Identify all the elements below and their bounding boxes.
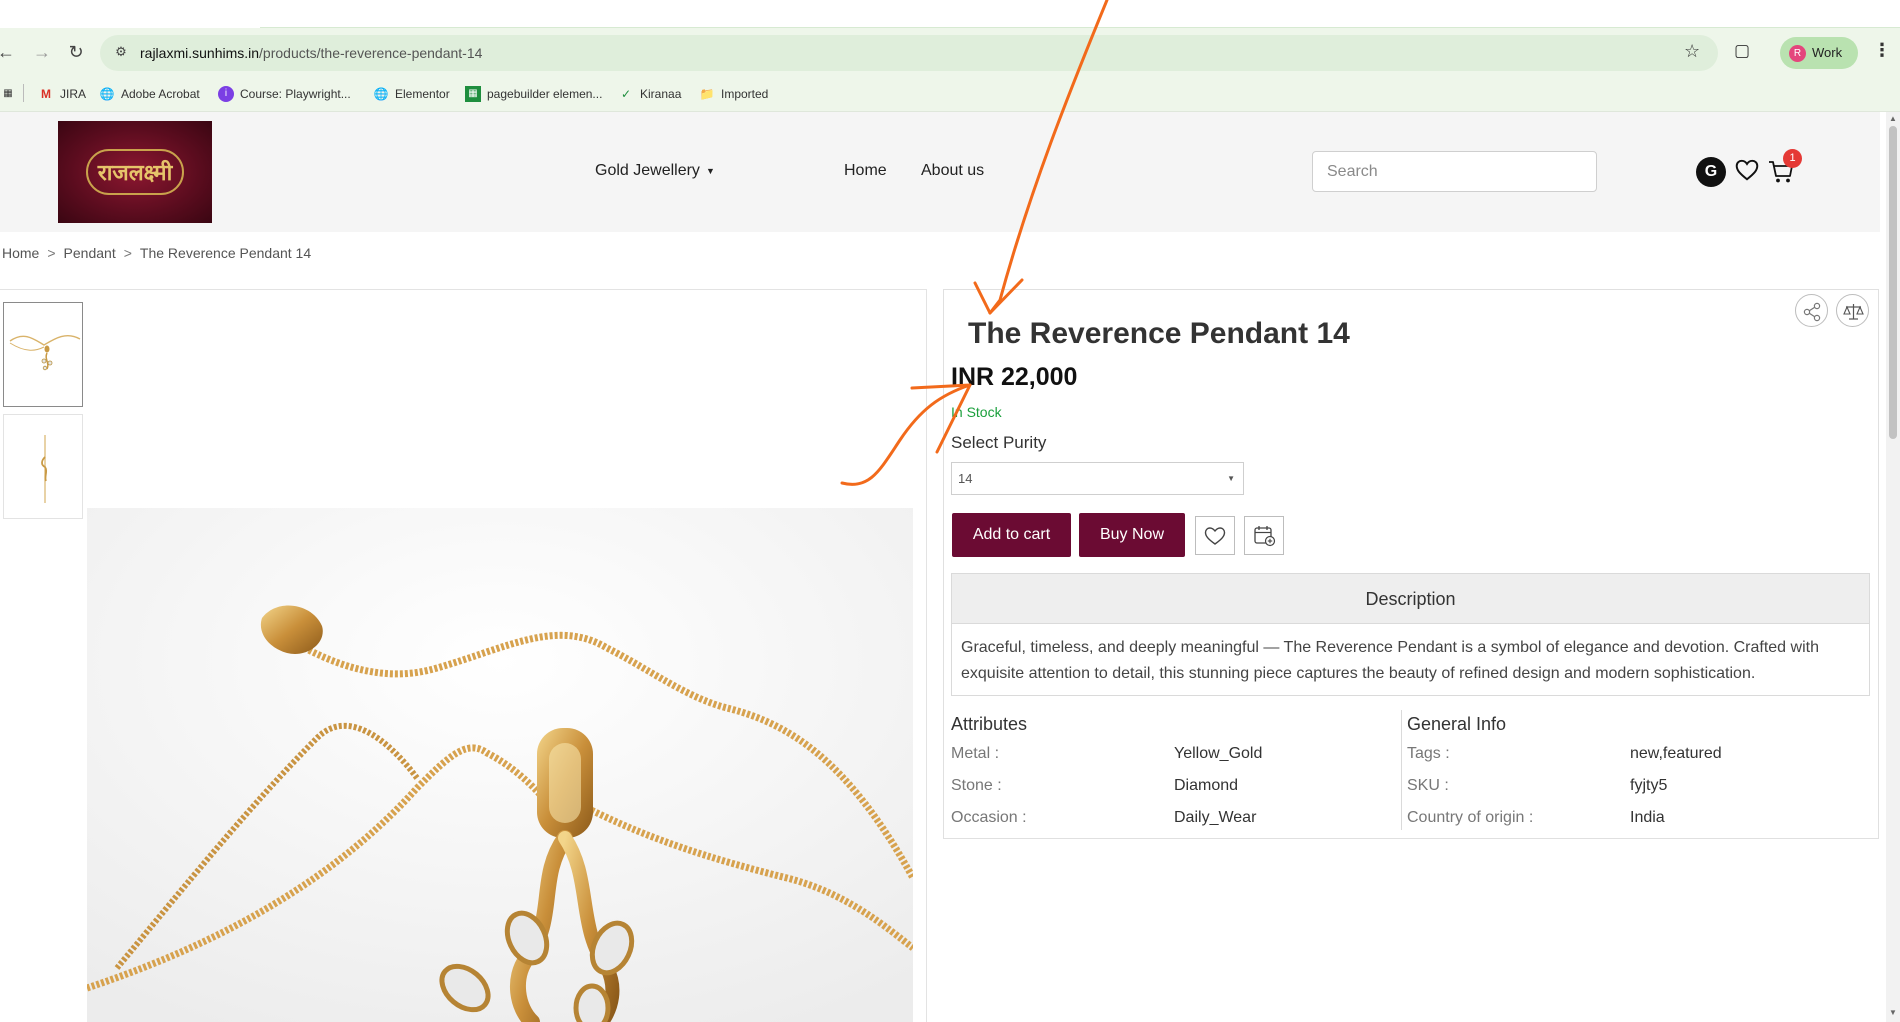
forward-arrow-icon[interactable]: →	[30, 40, 54, 64]
wishlist-heart-icon[interactable]	[1734, 157, 1760, 183]
breadcrumb-pendant[interactable]: Pendant	[64, 244, 116, 262]
attr-key: Metal :	[951, 745, 1000, 762]
bookmark-star-icon[interactable]: ☆	[1684, 41, 1700, 62]
scroll-down-arrow-icon[interactable]: ▼	[1888, 1008, 1898, 1017]
compare-button[interactable]	[1836, 294, 1869, 327]
breadcrumb: Home > Pendant > The Reverence Pendant 1…	[2, 244, 311, 262]
bookmark-label: pagebuilder elemen...	[487, 87, 603, 101]
bookmark-jira[interactable]: M JIRA	[38, 82, 86, 106]
url-host: rajlaxmi.sunhims.in	[140, 45, 260, 61]
apps-grid-icon[interactable]: ▦	[0, 82, 16, 106]
user-avatar[interactable]: G	[1696, 157, 1726, 187]
bookmark-label: Kiranaa	[640, 87, 682, 101]
bookmark-label: Adobe Acrobat	[121, 87, 200, 101]
share-icon	[1803, 302, 1821, 322]
globe-icon: 🌐	[373, 87, 389, 101]
add-to-wishlist-button[interactable]	[1195, 516, 1235, 555]
info-value: India	[1630, 809, 1665, 826]
search-input[interactable]	[1312, 151, 1597, 192]
thumbnail-2[interactable]	[3, 414, 83, 519]
breadcrumb-home[interactable]: Home	[2, 244, 39, 262]
bookmark-imported[interactable]: 📁 Imported	[699, 82, 769, 106]
product-price: INR 22,000	[951, 363, 1078, 391]
folder-icon: 📁	[699, 87, 715, 101]
profile-avatar: R	[1789, 45, 1806, 62]
check-icon: ✓	[620, 87, 632, 101]
purity-select[interactable]: 14 ▼	[951, 462, 1244, 495]
site-settings-icon[interactable]: ⚙	[112, 43, 130, 61]
attributes-divider	[1401, 710, 1402, 830]
product-title: The Reverence Pendant 14	[968, 317, 1350, 350]
calendar-add-icon	[1254, 526, 1276, 547]
url-text[interactable]: rajlaxmi.sunhims.in/products/the-reveren…	[140, 43, 482, 63]
nav-gold-jewellery[interactable]: Gold Jewellery ▼	[595, 160, 715, 182]
browser-window: ← → ↻ ⚙ rajlaxmi.sunhims.in/products/the…	[0, 0, 1900, 1022]
info-value: fyjty5	[1630, 777, 1668, 794]
info-key: Country of origin :	[1407, 809, 1534, 826]
schedule-button[interactable]	[1244, 516, 1284, 555]
heart-outline-icon	[1204, 527, 1226, 545]
attr-key: Occasion :	[951, 809, 1027, 826]
tab-strip	[0, 0, 1900, 29]
bookmarks-divider	[23, 84, 24, 102]
bookmark-pagebuilder[interactable]: ▦ pagebuilder elemen...	[465, 82, 602, 106]
extensions-icon[interactable]: ▢	[1734, 41, 1750, 61]
description-tab[interactable]: Description	[952, 574, 1869, 624]
caret-down-icon: ▼	[705, 166, 715, 176]
attr-value: Daily_Wear	[1174, 809, 1257, 826]
site-logo[interactable]: राजलक्ष्मी	[58, 121, 212, 223]
thumbnail-1[interactable]	[3, 302, 83, 407]
bookmark-label: Elementor	[395, 87, 450, 101]
scrollbar-thumb[interactable]	[1889, 126, 1897, 439]
gmail-icon: M	[41, 87, 51, 101]
back-arrow-icon[interactable]: ←	[0, 40, 18, 64]
cart-count-badge: 1	[1783, 149, 1802, 168]
bookmark-kiranaa[interactable]: ✓ Kiranaa	[618, 82, 681, 106]
globe-icon: 🌐	[99, 87, 115, 101]
attributes-heading: Attributes	[951, 714, 1028, 734]
add-to-cart-button[interactable]: Add to cart	[952, 513, 1071, 557]
pendant-side-thumbnail-image	[41, 435, 48, 503]
nav-about-us[interactable]: About us	[921, 160, 984, 182]
attr-key: Stone :	[951, 777, 1002, 794]
nav-home[interactable]: Home	[844, 160, 887, 182]
breadcrumb-separator: >	[123, 245, 132, 261]
scale-compare-icon	[1843, 304, 1864, 320]
bookmark-label: Imported	[721, 87, 769, 101]
attr-value: Diamond	[1174, 777, 1239, 794]
general-info-heading: General Info	[1407, 714, 1507, 734]
bookmark-label: JIRA	[60, 87, 87, 101]
breadcrumb-current: The Reverence Pendant 14	[139, 245, 312, 261]
browser-menu-icon[interactable]: ⋮	[1873, 40, 1891, 61]
attr-value: Yellow_Gold	[1174, 745, 1263, 762]
pendant-thumbnail-image	[9, 335, 81, 371]
url-path: /products/the-reverence-pendant-14	[259, 45, 483, 61]
scroll-up-arrow-icon[interactable]: ▲	[1888, 114, 1898, 123]
info-value: new,featured	[1630, 745, 1722, 762]
info-key: Tags :	[1407, 745, 1450, 762]
bookmark-elementor[interactable]: 🌐 Elementor	[373, 82, 450, 106]
bookmark-adobe-acrobat[interactable]: 🌐 Adobe Acrobat	[99, 82, 200, 106]
purity-label: Select Purity	[951, 433, 1047, 452]
reload-icon[interactable]: ↻	[64, 40, 88, 64]
course-icon: i	[218, 86, 234, 102]
stock-status: In Stock	[951, 404, 1002, 420]
gold-pendant-image	[87, 508, 913, 1022]
bookmark-course-playwright[interactable]: i Course: Playwright...	[218, 82, 351, 106]
purity-selected-value: 14	[958, 471, 973, 486]
description-text: Graceful, timeless, and deeply meaningfu…	[961, 639, 1819, 682]
breadcrumb-separator: >	[47, 245, 56, 261]
product-main-image[interactable]	[87, 508, 913, 1022]
sheets-icon: ▦	[465, 86, 481, 102]
buy-now-button[interactable]: Buy Now	[1079, 513, 1185, 557]
profile-chip[interactable]: R Work	[1780, 37, 1858, 69]
nav-gold-jewellery-label: Gold Jewellery	[595, 162, 700, 180]
profile-label: Work	[1812, 45, 1843, 60]
bookmark-label: Course: Playwright...	[240, 87, 351, 101]
info-key: SKU :	[1407, 777, 1449, 794]
logo-text: राजलक्ष्मी	[85, 149, 185, 195]
share-button[interactable]	[1795, 294, 1828, 327]
select-arrow-icon: ▼	[1227, 474, 1235, 483]
